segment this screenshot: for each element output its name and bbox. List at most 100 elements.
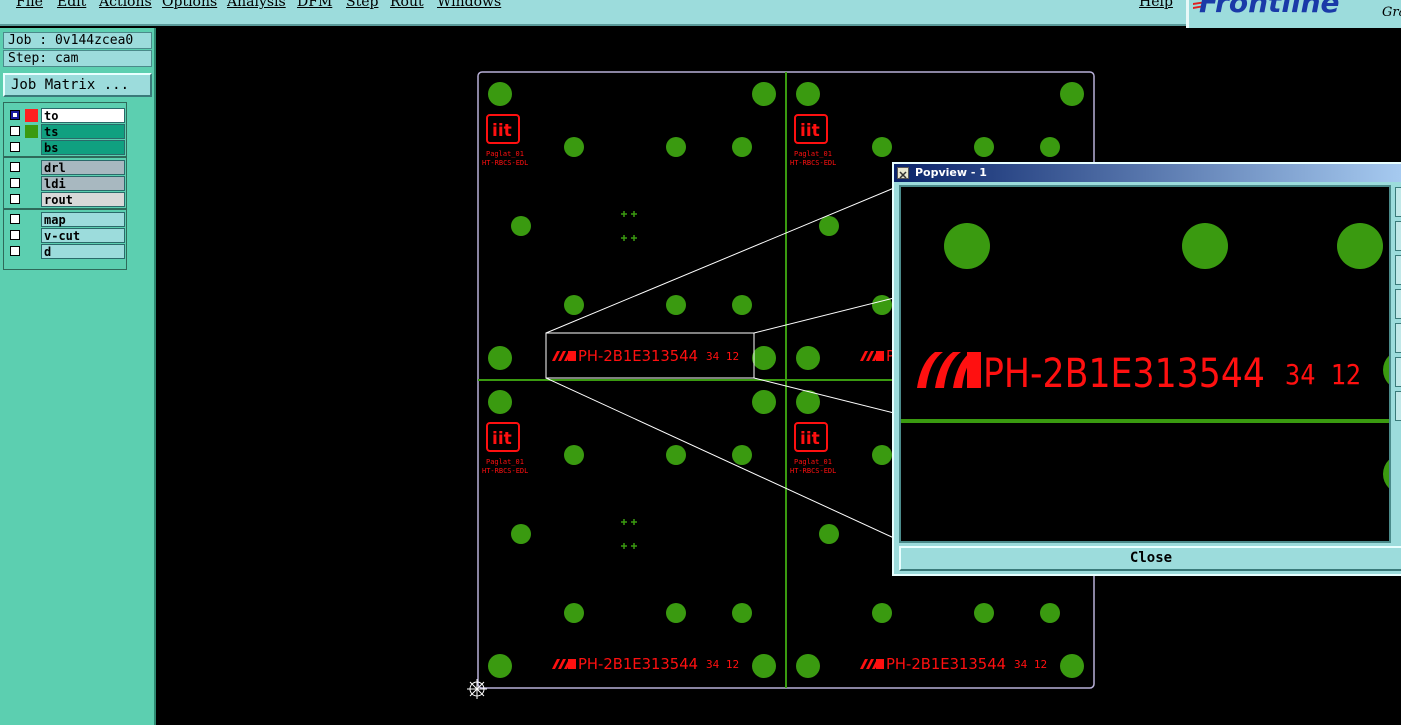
popview-zoom-view[interactable]: PH-2B1E313544 34 12 [899, 185, 1391, 543]
layer-row-to[interactable]: to [7, 108, 125, 123]
popview-window[interactable]: Popview - 1 PH-2B1E313544 34 12 Close [892, 162, 1401, 576]
layer-checkbox[interactable] [10, 230, 20, 240]
zoomed-pad [1337, 223, 1383, 269]
layer-color-swatch[interactable] [25, 109, 38, 122]
job-label: Job : 0v144zcea0 [3, 32, 152, 49]
logo-text: Frontline [1199, 0, 1340, 19]
serial-marking: PH-2B1E313544 34 12 [552, 655, 739, 673]
menu-help[interactable]: Help [1139, 0, 1173, 10]
popview-tool-button[interactable] [1395, 391, 1401, 421]
pad [974, 137, 994, 157]
menu-dfm[interactable]: DFM [297, 0, 332, 10]
layer-name[interactable]: bs [41, 140, 125, 155]
pad [872, 137, 892, 157]
pad [872, 295, 892, 315]
popview-tool-button[interactable] [1395, 289, 1401, 319]
zoom-line [753, 377, 895, 414]
pad [1040, 603, 1060, 623]
menu-analysis[interactable]: Analysis [227, 0, 286, 10]
layer-name[interactable]: d [41, 244, 125, 259]
layer-name[interactable]: ts [41, 124, 125, 139]
layer-row-d[interactable]: d [7, 244, 125, 259]
zoomed-pad [1383, 459, 1389, 489]
layer-panel: Job : 0v144zcea0 Step: cam Job Matrix ..… [0, 28, 156, 725]
pad [564, 137, 584, 157]
layer-row-v-cut[interactable]: v-cut [7, 228, 125, 243]
layer-row-map[interactable]: map [7, 212, 125, 227]
board-unit: iit Paglat_01HT-RBCS-EDL PH-2B1E313544 34 1… [482, 82, 776, 370]
layer-checkbox[interactable] [10, 194, 20, 204]
job-matrix-button[interactable]: Job Matrix ... [3, 73, 152, 97]
layer-row-rout[interactable]: rout [7, 192, 125, 207]
part-label: Paglat_01 [794, 150, 832, 158]
target-mark [631, 235, 637, 241]
pad [666, 137, 686, 157]
part-label: Paglat_01 [486, 458, 524, 466]
menu-edit[interactable]: Edit [57, 0, 86, 10]
marking-text: PH-2B1E313544 [886, 655, 1006, 673]
layer-color-swatch[interactable] [25, 125, 38, 138]
layer-name[interactable]: to [41, 108, 125, 123]
target-mark [621, 235, 627, 241]
marking-block [568, 659, 576, 669]
menu-options[interactable]: Options [162, 0, 217, 10]
layer-row-bs[interactable]: bs [7, 140, 125, 155]
target-mark [621, 519, 627, 525]
popview-tool-button[interactable] [1395, 187, 1401, 217]
part-label: HT-RBCS-EDL [482, 159, 528, 167]
layer-row-ldi[interactable]: ldi [7, 176, 125, 191]
pad [564, 603, 584, 623]
popview-title: Popview - 1 [915, 166, 987, 179]
menu-file[interactable]: File [16, 0, 43, 10]
serial-marking: PH-2B1E313544 34 12 [552, 347, 739, 365]
layer-row-drl[interactable]: drl [7, 160, 125, 175]
iit-logo-text: iit [800, 121, 820, 141]
zoomed-marking: PH-2B1E313544 34 12 [917, 351, 1361, 397]
date-code: 34 12 [1014, 658, 1047, 671]
cursor-cross [467, 679, 487, 699]
layer-checkbox[interactable] [10, 142, 20, 152]
fiducial-pad [488, 346, 512, 370]
menu-actions[interactable]: Actions [99, 0, 152, 10]
zoom-line [753, 297, 895, 334]
zoomed-marking-block [967, 352, 981, 388]
layer-checkbox[interactable] [10, 162, 20, 172]
fiducial-pad [796, 82, 820, 106]
zoomed-pad [1383, 355, 1389, 385]
close-button[interactable]: Close [899, 546, 1401, 571]
menu-bar: File Edit Actions Options Analysis DFM S… [0, 0, 1186, 26]
popview-titlebar[interactable]: Popview - 1 [894, 164, 1401, 182]
layer-name[interactable]: v-cut [41, 228, 125, 243]
fiducial-pad [1060, 654, 1084, 678]
layer-checkbox[interactable] [10, 214, 20, 224]
window-menu-icon[interactable] [897, 167, 909, 179]
layer-group-separator [4, 156, 126, 158]
layer-checkbox[interactable] [10, 126, 20, 136]
crosshair-cursor-icon [467, 679, 487, 699]
layer-name[interactable]: drl [41, 160, 125, 175]
layer-row-ts[interactable]: ts [7, 124, 125, 139]
layer-name[interactable]: rout [41, 192, 125, 207]
date-code: 34 12 [706, 350, 739, 363]
menu-windows[interactable]: Windows [437, 0, 501, 10]
popview-tool-button[interactable] [1395, 357, 1401, 387]
layer-checkbox[interactable] [10, 246, 20, 256]
pad [872, 445, 892, 465]
menu-rout[interactable]: Rout [390, 0, 424, 10]
part-label: HT-RBCS-EDL [790, 467, 836, 475]
fiducial-pad [752, 654, 776, 678]
popview-tool-button[interactable] [1395, 323, 1401, 353]
popview-tool-button[interactable] [1395, 255, 1401, 285]
layer-checkbox[interactable] [10, 178, 20, 188]
layer-name[interactable]: ldi [41, 176, 125, 191]
marking-block [876, 659, 884, 669]
layer-group-separator [4, 208, 126, 210]
part-label: HT-RBCS-EDL [790, 159, 836, 167]
layer-checkbox[interactable] [10, 110, 20, 120]
pad [666, 295, 686, 315]
popview-tool-button[interactable] [1395, 221, 1401, 251]
pad [732, 445, 752, 465]
layer-name[interactable]: map [41, 212, 125, 227]
logo-subtext: Gra [1382, 5, 1401, 20]
menu-step[interactable]: Step [346, 0, 378, 10]
